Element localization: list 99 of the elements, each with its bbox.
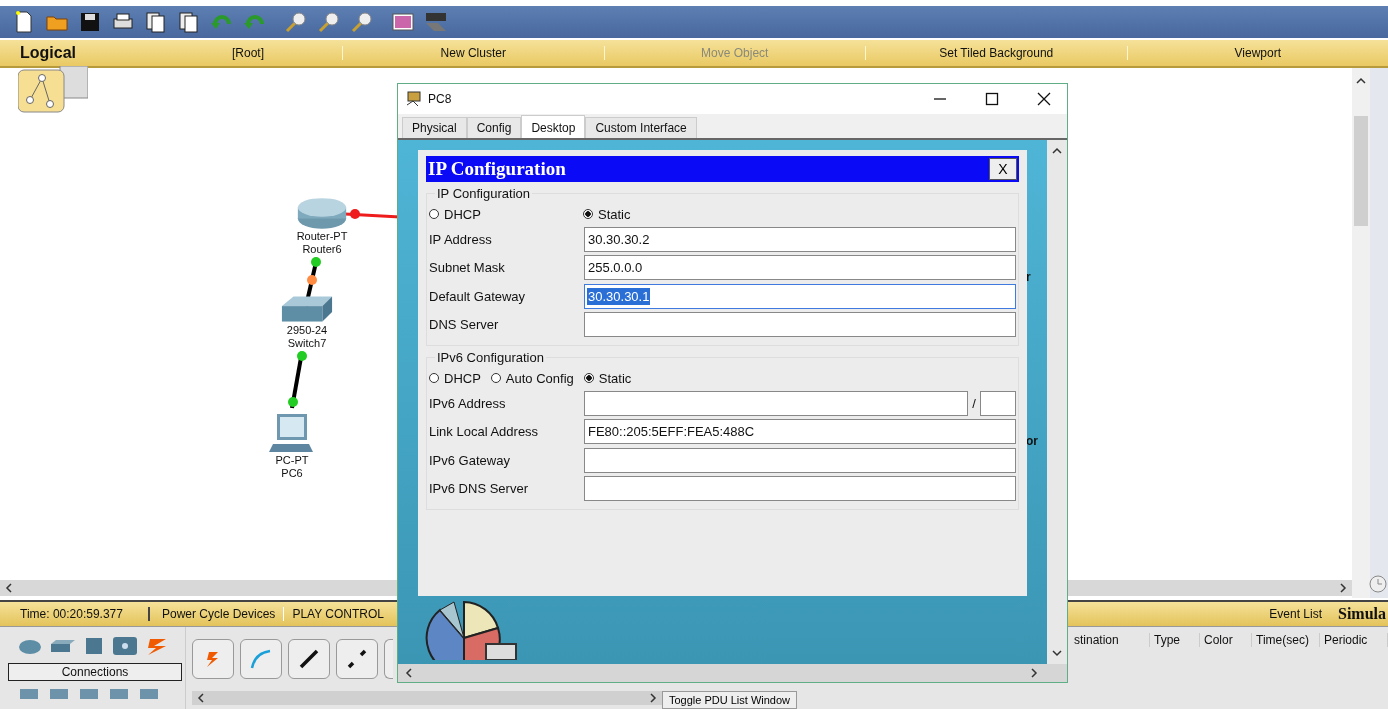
column-header: Time(sec) (1252, 633, 1320, 647)
input-field[interactable] (584, 312, 1016, 338)
end-device-icon[interactable] (78, 687, 100, 699)
field-label: Subnet Mask (429, 260, 506, 276)
logical-view-icon[interactable] (18, 66, 88, 114)
auto-cable-button[interactable] (192, 639, 234, 679)
end-device-icon[interactable] (138, 687, 160, 699)
field-label: Link Local Address (429, 424, 540, 440)
radio-option[interactable]: Static (583, 370, 632, 386)
event-list-button[interactable]: Event List (1261, 607, 1330, 621)
curved-line-icon (249, 647, 273, 671)
field-label: IP Address (429, 231, 493, 247)
save-icon[interactable] (78, 10, 102, 34)
radio-option[interactable]: DHCP (429, 206, 573, 222)
end-device-icon[interactable] (48, 687, 70, 699)
workspace-bar-item[interactable]: Set Tiled Background (865, 46, 1127, 60)
scroll-down-icon[interactable] (1052, 648, 1062, 658)
field-label: Default Gateway (429, 288, 527, 304)
partial-text: r (1026, 270, 1031, 284)
end-device-icon[interactable] (108, 687, 130, 699)
logical-tab[interactable]: Logical (0, 44, 82, 62)
vertical-scrollbar[interactable] (1047, 140, 1067, 664)
dialog-title: IP Configuration (428, 158, 566, 180)
column-header: stination (1070, 633, 1150, 647)
scroll-up-icon[interactable] (1052, 146, 1062, 156)
router-icon[interactable] (18, 637, 42, 655)
input-field[interactable] (584, 447, 1016, 473)
field-label: IPv6 Gateway (429, 452, 511, 468)
workspace-bar-item[interactable]: Viewport (1126, 46, 1388, 60)
simulation-mode-label: Simula (1337, 605, 1387, 623)
dashed-line-icon (345, 647, 369, 671)
radio-option[interactable]: Auto Config (490, 370, 574, 386)
scroll-right-icon[interactable] (1029, 668, 1039, 678)
column-header: Color (1200, 633, 1252, 647)
device-label: Router-PT (296, 230, 348, 243)
input-field[interactable]: 255.0.0.0 (584, 255, 1016, 281)
clock-icon[interactable] (1368, 574, 1388, 594)
group-title: IP Configuration (436, 186, 531, 201)
prefix-field[interactable] (980, 390, 1016, 416)
input-field[interactable]: 30.30.30.2 (584, 226, 1016, 252)
input-field[interactable] (584, 476, 1016, 502)
copy-icon[interactable] (144, 10, 168, 34)
radio-option[interactable]: Static (583, 206, 631, 222)
radio-option[interactable]: DHCP (429, 370, 481, 386)
device-label: 2950-24 (286, 324, 328, 337)
paste-icon[interactable] (177, 10, 201, 34)
workspace-bar-item[interactable]: New Cluster (342, 46, 604, 60)
straight-cable-button[interactable] (288, 639, 330, 679)
scroll-left-icon[interactable] (196, 693, 206, 703)
prefix-separator: / (971, 395, 977, 411)
toggle-pdu-list-button[interactable]: Toggle PDU List Window (662, 691, 798, 709)
switch-icon[interactable] (280, 294, 334, 324)
scroll-up-icon[interactable] (1356, 76, 1366, 86)
cable-button[interactable] (384, 639, 393, 679)
scroll-left-icon[interactable] (4, 583, 14, 593)
crossover-cable-button[interactable] (336, 639, 378, 679)
field-label: IPv6 Address (429, 395, 507, 411)
vertical-scrollbar[interactable] (1352, 68, 1370, 598)
maximize-icon[interactable] (985, 92, 999, 106)
field-label: DNS Server (429, 317, 500, 333)
group-title: IPv6 Configuration (436, 350, 545, 365)
device-label: Switch7 (287, 337, 327, 350)
play-controls-label: PLAY CONTROL (291, 607, 385, 621)
network-link (344, 212, 400, 219)
switch-icon[interactable] (50, 639, 76, 653)
input-field[interactable]: 30.30.30.1 (584, 283, 1016, 309)
device-label: Router6 (302, 243, 342, 256)
window-tab[interactable]: Custom Interface (585, 117, 697, 138)
power-cycle-button[interactable]: Power Cycle Devices (150, 607, 285, 621)
palette-icon[interactable] (391, 10, 415, 34)
scroll-right-icon[interactable] (648, 693, 658, 703)
fiber-cable-button[interactable] (240, 639, 282, 679)
horizontal-scrollbar[interactable] (398, 664, 1067, 682)
window-tab[interactable]: Physical (402, 117, 467, 138)
router-icon[interactable] (296, 196, 348, 230)
simulation-time: Time: 00:20:59.377 (0, 607, 150, 621)
column-header: Periodic (1320, 633, 1388, 647)
horizontal-scrollbar[interactable] (192, 691, 662, 705)
scroll-left-icon[interactable] (404, 668, 414, 678)
workspace-bar-item[interactable]: [Root] (82, 46, 342, 60)
scrollbar-thumb[interactable] (1354, 116, 1368, 226)
window-title: PC8 (428, 92, 452, 106)
wireless-icon[interactable] (112, 636, 138, 656)
field-label: IPv6 DNS Server (429, 481, 529, 497)
window-tab[interactable]: Desktop (521, 115, 586, 138)
column-header: Type (1150, 633, 1200, 647)
category-label: Connections (8, 663, 182, 681)
hub-icon[interactable] (84, 636, 104, 656)
input-field[interactable]: FE80::205:5EFF:FEA5:488C (584, 419, 1016, 445)
input-field[interactable] (584, 390, 968, 416)
close-button[interactable]: X (989, 158, 1017, 180)
end-device-icon[interactable] (18, 687, 40, 699)
scroll-right-icon[interactable] (1338, 583, 1348, 593)
device-label: PC6 (281, 467, 303, 480)
window-tab[interactable]: Config (466, 117, 522, 138)
partial-text: or (1026, 434, 1038, 448)
device-label: PC-PT (275, 454, 309, 467)
straight-line-icon (297, 647, 321, 671)
close-icon[interactable] (1037, 92, 1051, 106)
